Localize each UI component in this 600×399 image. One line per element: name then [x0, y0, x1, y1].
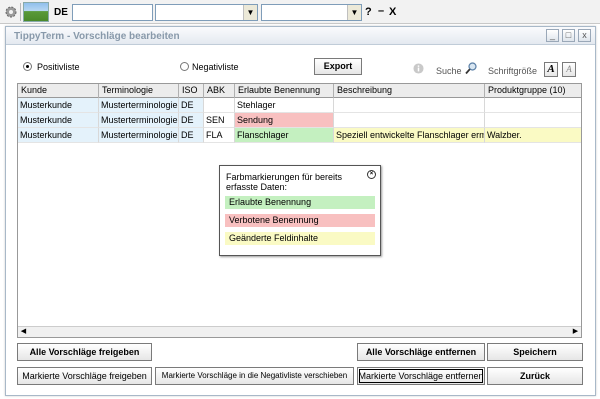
negative-list-radio[interactable] — [180, 62, 189, 71]
column-header[interactable]: Beschreibung — [334, 84, 485, 98]
search-icon[interactable] — [465, 62, 477, 75]
table-row[interactable]: Musterkunde Musterterminologie DE Stehla… — [18, 98, 581, 113]
back-button[interactable]: Zurück — [487, 367, 583, 385]
help-button[interactable]: ? — [365, 6, 372, 18]
terminology-select[interactable]: ▼ — [155, 4, 258, 21]
column-header[interactable]: ISO — [179, 84, 204, 98]
table-cell[interactable]: Flanschlager — [235, 128, 334, 143]
table-cell[interactable]: Musterkunde — [18, 98, 99, 113]
scroll-right-icon[interactable]: ▶ — [570, 327, 581, 337]
table-cell[interactable]: Stehlager — [235, 98, 334, 113]
table-cell[interactable]: Walzber. — [485, 128, 581, 143]
table-cell[interactable] — [204, 98, 235, 113]
release-marked-button[interactable]: Markierte Vorschläge freigeben — [17, 367, 152, 385]
window-maximize-button[interactable]: □ — [562, 29, 575, 42]
table-cell[interactable]: DE — [179, 113, 204, 128]
table-cell[interactable]: Musterterminologie — [99, 113, 179, 128]
table-cell[interactable]: DE — [179, 98, 204, 113]
toolbar-divider — [20, 3, 21, 21]
table-cell[interactable]: Speziell entwickelte Flanschlager ermö..… — [334, 128, 485, 143]
scroll-left-icon[interactable]: ◀ — [18, 327, 29, 337]
table-cell[interactable]: Musterterminologie — [99, 98, 179, 113]
window-minimize-button[interactable]: _ — [546, 29, 559, 42]
table-row[interactable]: Musterkunde Musterterminologie DE FLA Fl… — [18, 128, 581, 143]
table-cell[interactable]: Musterterminologie — [99, 128, 179, 143]
dialog-titlebar: TippyTerm - Vorschläge bearbeiten _ □ x — [6, 27, 595, 45]
release-all-button[interactable]: Alle Vorschläge freigeben — [17, 343, 152, 361]
negative-list-label: Negativliste — [192, 62, 239, 72]
tippyterm-toolbar: DE ▼ ▼ ? – X — [0, 0, 600, 24]
table-row[interactable]: Musterkunde Musterterminologie DE SEN Se… — [18, 113, 581, 128]
table-cell[interactable]: Sendung — [235, 113, 334, 128]
column-header[interactable]: Terminologie — [99, 84, 179, 98]
window-close-button[interactable]: x — [578, 29, 591, 42]
dialog-title: TippyTerm - Vorschläge bearbeiten — [14, 31, 180, 42]
gear-icon[interactable] — [3, 4, 19, 20]
remove-marked-button[interactable]: Markierte Vorschläge entfernen — [357, 367, 485, 385]
table-cell[interactable] — [334, 113, 485, 128]
column-header[interactable]: Erlaubte Benennung — [235, 84, 334, 98]
table-header: Kunde Terminologie ISO ABK Erlaubte Bene… — [18, 84, 581, 98]
column-header[interactable]: Produktgruppe (10) — [485, 84, 581, 98]
move-marked-negative-button[interactable]: Markierte Vorschläge in die Negativliste… — [155, 367, 354, 385]
font-decrease-button[interactable]: A — [562, 62, 576, 77]
language-indicator: DE — [54, 7, 68, 18]
table-cell[interactable] — [485, 98, 581, 113]
term-input[interactable] — [72, 4, 153, 21]
positive-list-label: Positivliste — [37, 62, 80, 72]
font-size-label: Schriftgröße — [488, 66, 538, 76]
column-header[interactable]: ABK — [204, 84, 235, 98]
table-cell[interactable]: Musterkunde — [18, 128, 99, 143]
positive-list-radio[interactable] — [23, 62, 32, 71]
remove-all-button[interactable]: Alle Vorschläge entfernen — [357, 343, 485, 361]
legend-allowed: Erlaubte Benennung — [225, 196, 375, 209]
save-button[interactable]: Speichern — [487, 343, 583, 361]
toolbar-minimize-button[interactable]: – — [378, 5, 384, 17]
horizontal-scrollbar[interactable]: ◀ ▶ — [18, 326, 581, 337]
customer-select[interactable]: ▼ — [261, 4, 362, 21]
table-cell[interactable]: Musterkunde — [18, 113, 99, 128]
table-cell[interactable] — [485, 113, 581, 128]
close-icon[interactable]: × — [367, 170, 376, 179]
table-cell[interactable]: FLA — [204, 128, 235, 143]
search-label: Suche — [436, 66, 462, 76]
chevron-down-icon[interactable]: ▼ — [347, 5, 361, 20]
legend-forbidden: Verbotene Benennung — [225, 214, 375, 227]
suggestions-dialog: TippyTerm - Vorschläge bearbeiten _ □ x … — [5, 26, 596, 396]
font-increase-button[interactable]: A — [544, 62, 558, 77]
table-cell[interactable]: DE — [179, 128, 204, 143]
tippyterm-logo — [23, 2, 49, 22]
table-cell[interactable] — [334, 98, 485, 113]
color-legend-popup: Farbmarkierungen für bereits erfasste Da… — [219, 165, 381, 256]
legend-changed: Geänderte Feldinhalte — [225, 232, 375, 245]
toolbar-close-button[interactable]: X — [389, 6, 396, 18]
chevron-down-icon[interactable]: ▼ — [243, 5, 257, 20]
legend-title: Farbmarkierungen für bereits erfasste Da… — [226, 172, 343, 192]
info-icon[interactable] — [413, 63, 424, 74]
column-header[interactable]: Kunde — [18, 84, 99, 98]
table-cell[interactable]: SEN — [204, 113, 235, 128]
export-button[interactable]: Export — [314, 58, 362, 75]
